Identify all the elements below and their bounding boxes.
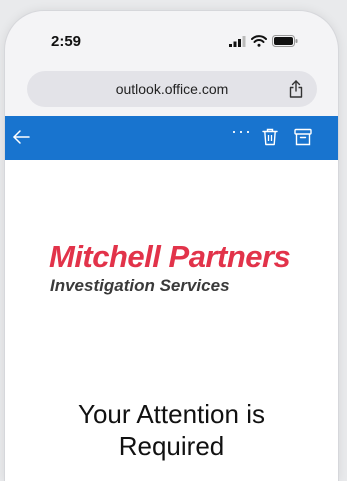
wifi-icon	[251, 35, 267, 47]
back-arrow-icon[interactable]	[11, 128, 31, 146]
trash-icon[interactable]	[262, 128, 278, 146]
more-options-button[interactable]: ···	[231, 121, 252, 142]
archive-icon[interactable]	[294, 128, 312, 146]
mail-toolbar: ···	[5, 116, 338, 160]
url-text[interactable]: outlook.office.com	[27, 71, 317, 107]
brand-logo-name: Mitchell Partners	[49, 239, 291, 274]
status-time: 2:59	[51, 33, 82, 50]
phone-frame: 2:59 outlook.office.com ··· Mitchell Par…	[4, 10, 339, 481]
email-body: Mitchell Partners Investigation Services…	[5, 160, 338, 481]
email-heading-line2: Required	[118, 431, 225, 461]
email-heading: Your Attention is Required	[5, 398, 338, 462]
browser-address-bar[interactable]: outlook.office.com	[27, 71, 317, 107]
share-icon[interactable]	[289, 80, 303, 98]
email-heading-line1: Your Attention is	[78, 399, 265, 429]
signal-icon	[229, 35, 246, 47]
status-bar: 2:59	[5, 11, 338, 67]
brand-tagline: Investigation Services	[50, 276, 230, 295]
status-icons	[229, 35, 298, 47]
battery-icon	[272, 35, 298, 47]
